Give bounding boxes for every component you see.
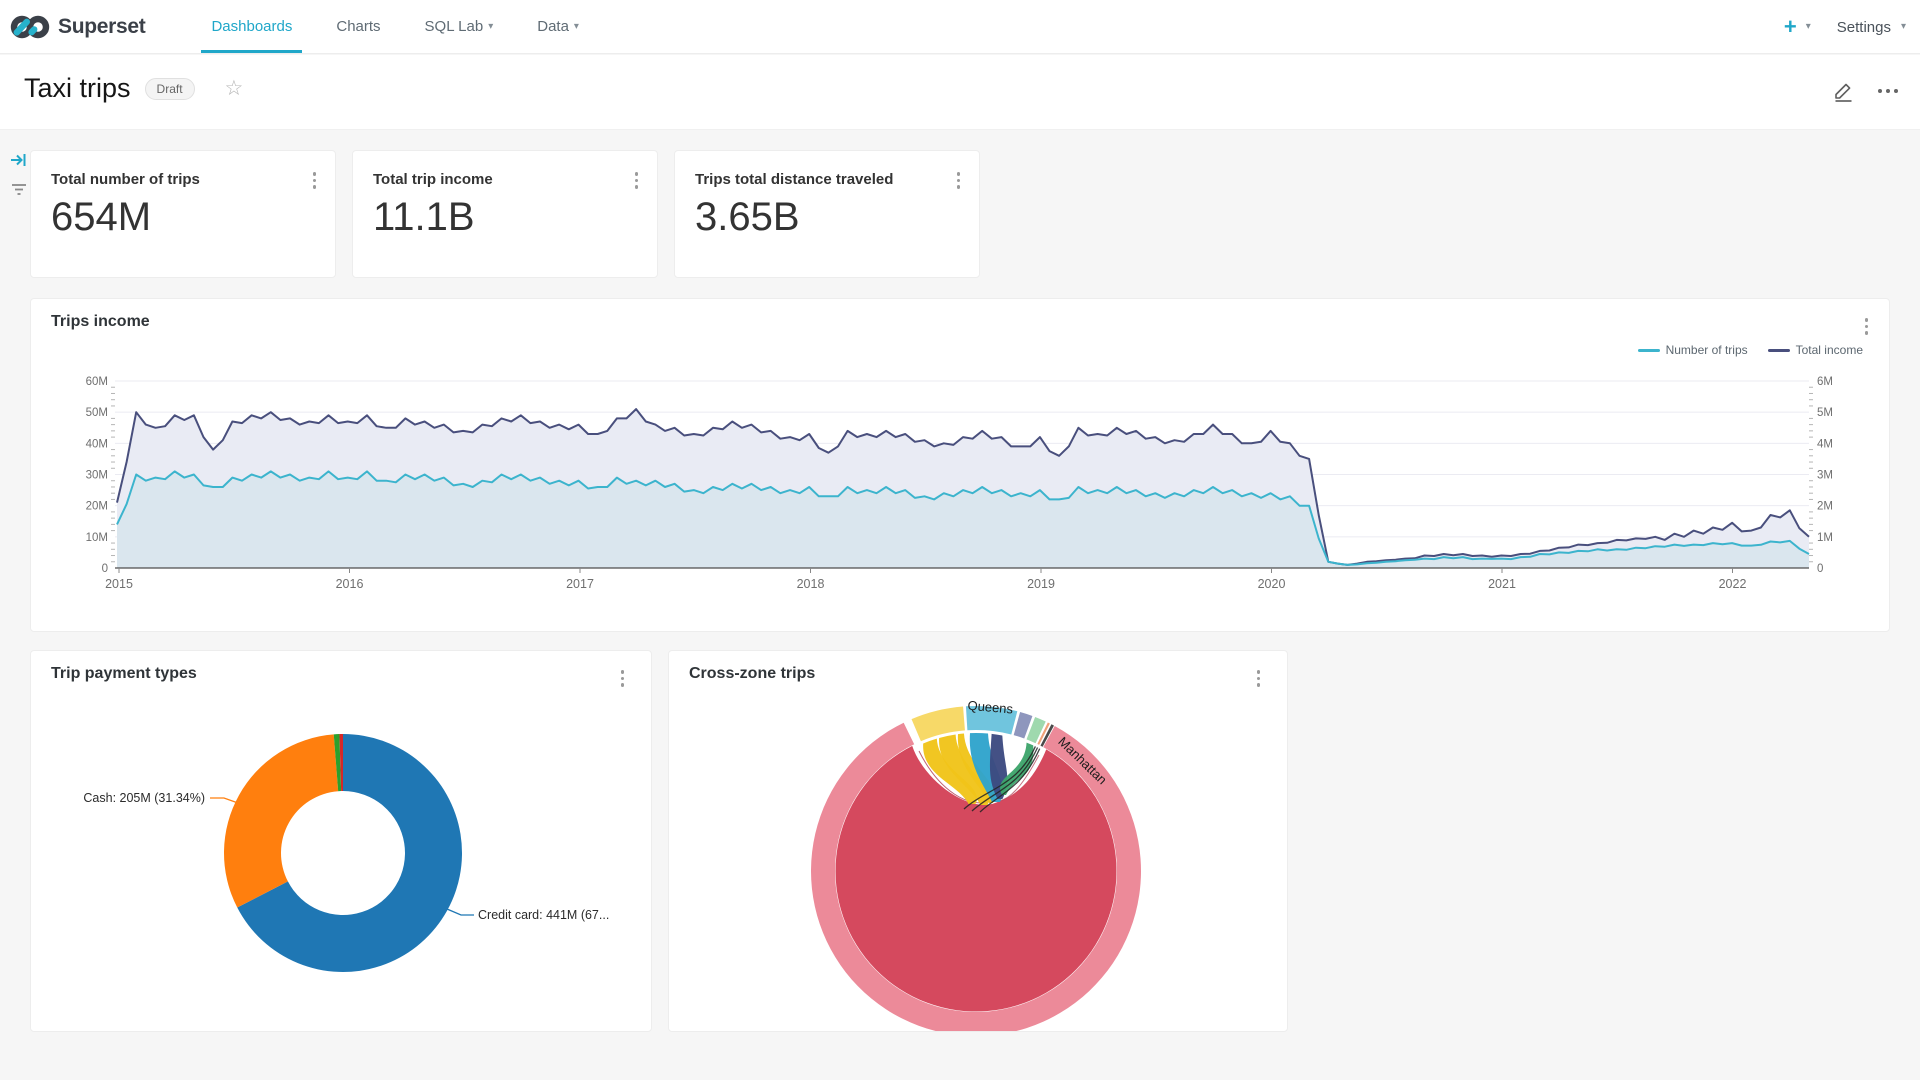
kpi-card-total-trips: Total number of trips 654M	[30, 150, 336, 278]
dashboard-header: Taxi trips Draft ☆	[0, 55, 1920, 130]
nav-tab-data[interactable]: Data▾	[527, 0, 589, 53]
caret-down-icon: ▾	[574, 22, 579, 32]
panel-cross-zone-trips: Cross-zone trips ManhattanQueens	[668, 650, 1288, 1032]
superset-dashboard-page: Superset Dashboards Charts SQL Lab▾ Data…	[0, 0, 1920, 1080]
superset-infinity-icon	[10, 12, 50, 42]
svg-text:2019: 2019	[1027, 577, 1055, 591]
svg-text:20M: 20M	[86, 501, 108, 513]
svg-text:4M: 4M	[1817, 438, 1833, 450]
pie-callout-credit-card: Credit card: 441M (67...	[478, 908, 609, 922]
kpi-title: Total number of trips	[51, 171, 200, 188]
timeseries-area-chart: 0 0 10M 1M 20M 2M 30M 3M 40M 4M 50M 5M 60M 6M 2015 2016…	[31, 299, 1889, 631]
dashboard-content: Total number of trips 654M Total trip in…	[0, 130, 1920, 1080]
panel-trips-income: Trips income Number of trips Total incom…	[30, 298, 1890, 632]
panel-title: Trips income	[51, 313, 150, 331]
svg-text:2021: 2021	[1488, 577, 1516, 591]
nav-tab-charts[interactable]: Charts	[326, 0, 390, 53]
svg-text:0: 0	[102, 563, 108, 575]
filter-bar-collapsed	[6, 152, 32, 196]
svg-text:2018: 2018	[797, 577, 825, 591]
svg-text:30M: 30M	[86, 470, 108, 482]
pie-slice	[224, 734, 338, 907]
svg-text:60M: 60M	[86, 376, 108, 388]
kebab-menu-icon[interactable]	[310, 169, 320, 192]
kebab-menu-icon[interactable]	[954, 169, 964, 192]
kpi-value: 3.65B	[695, 195, 800, 240]
more-options-icon[interactable]	[1874, 85, 1902, 97]
kpi-value: 11.1B	[373, 195, 475, 240]
caret-down-icon: ▾	[488, 22, 493, 32]
panel-trip-payment-types: Trip payment types Cash: 205M (31.34%) C…	[30, 650, 652, 1032]
settings-menu[interactable]: Settings ▾	[1837, 19, 1906, 36]
nav-right-actions: + ▾ Settings ▾	[1784, 0, 1906, 54]
legend-item-total-income[interactable]: Total income	[1768, 343, 1863, 357]
nav-tab-dashboards[interactable]: Dashboards	[201, 0, 302, 53]
chord-zone-arc	[912, 707, 965, 742]
svg-text:2016: 2016	[336, 577, 364, 591]
kpi-title: Trips total distance traveled	[695, 171, 893, 188]
pie-callout-cash: Cash: 205M (31.34%)	[83, 791, 205, 805]
svg-text:2020: 2020	[1258, 577, 1286, 591]
svg-text:3M: 3M	[1817, 470, 1833, 482]
brand-name: Superset	[58, 15, 145, 39]
filter-icon[interactable]	[10, 182, 28, 196]
svg-text:5M: 5M	[1817, 407, 1833, 419]
title-row: Taxi trips Draft ☆	[24, 73, 243, 104]
nav-menu: Dashboards Charts SQL Lab▾ Data▾	[189, 0, 600, 53]
caret-down-icon: ▾	[1806, 22, 1811, 32]
kebab-menu-icon[interactable]	[632, 169, 642, 192]
svg-text:2M: 2M	[1817, 501, 1833, 513]
svg-text:0: 0	[1817, 563, 1823, 575]
svg-text:2015: 2015	[105, 577, 133, 591]
status-badge: Draft	[145, 78, 195, 100]
svg-text:40M: 40M	[86, 438, 108, 450]
expand-filter-bar-icon[interactable]	[10, 152, 28, 168]
favorite-star-icon[interactable]: ☆	[225, 76, 244, 101]
caret-down-icon: ▾	[1901, 22, 1906, 32]
legend-swatch	[1638, 349, 1660, 352]
svg-text:2022: 2022	[1719, 577, 1747, 591]
donut-chart	[31, 651, 651, 1031]
chart-legend: Number of trips Total income	[1638, 343, 1863, 357]
legend-item-number-of-trips[interactable]: Number of trips	[1638, 343, 1748, 357]
kpi-value: 654M	[51, 195, 151, 240]
kpi-card-total-distance: Trips total distance traveled 3.65B	[674, 150, 980, 278]
page-title: Taxi trips	[24, 73, 131, 104]
chord-diagram: ManhattanQueens	[669, 651, 1287, 1031]
kebab-menu-icon[interactable]	[1862, 315, 1872, 338]
create-new-button[interactable]: + ▾	[1784, 16, 1811, 38]
nav-tab-sql-lab[interactable]: SQL Lab▾	[415, 0, 504, 53]
kpi-title: Total trip income	[373, 171, 493, 188]
superset-logo[interactable]: Superset	[0, 0, 163, 53]
legend-swatch	[1768, 349, 1790, 352]
top-navbar: Superset Dashboards Charts SQL Lab▾ Data…	[0, 0, 1920, 54]
svg-text:1M: 1M	[1817, 532, 1833, 544]
svg-text:50M: 50M	[86, 407, 108, 419]
svg-text:10M: 10M	[86, 532, 108, 544]
header-actions	[1832, 79, 1902, 103]
svg-text:6M: 6M	[1817, 376, 1833, 388]
edit-pencil-icon[interactable]	[1832, 79, 1854, 103]
kpi-card-trip-income: Total trip income 11.1B	[352, 150, 658, 278]
svg-text:2017: 2017	[566, 577, 594, 591]
plus-icon: +	[1784, 16, 1797, 38]
